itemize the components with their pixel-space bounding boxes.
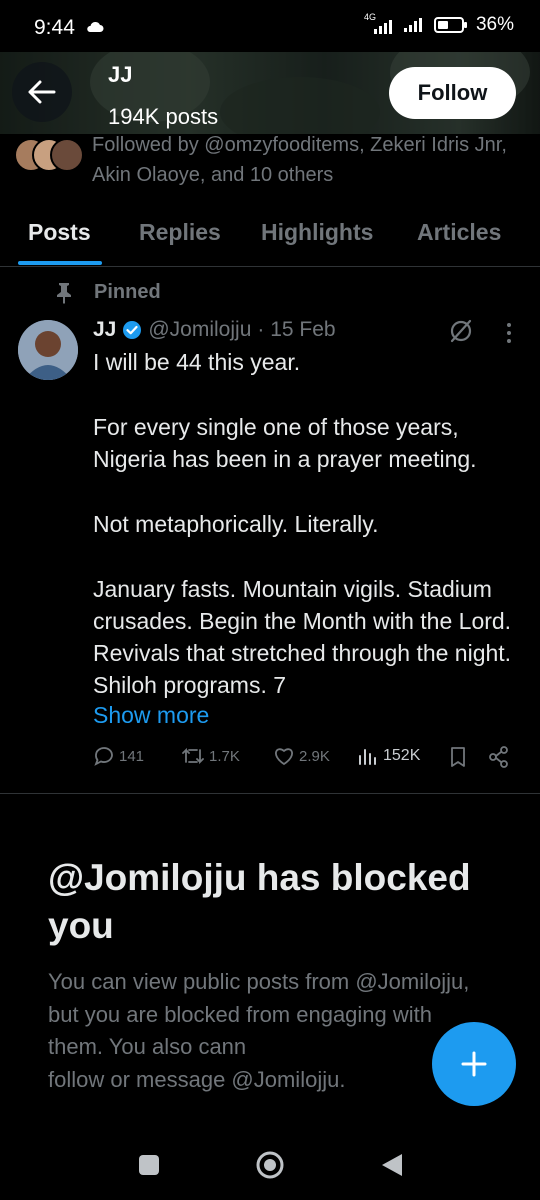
blocked-description-end: follow or message @Jomilojju. <box>48 1066 346 1092</box>
battery-percentage: 36% <box>475 14 514 35</box>
post-date: · 15 Feb <box>257 318 336 341</box>
follower-avatars <box>14 138 84 172</box>
blocked-title: @Jomilojju has blocked you <box>48 857 471 946</box>
show-more-link[interactable]: Show more <box>93 702 209 729</box>
pinned-label: Pinned <box>94 281 161 303</box>
tab-posts[interactable]: Posts <box>28 219 91 246</box>
tab-indicator <box>18 261 102 265</box>
views-button[interactable]: 152K <box>357 746 420 766</box>
post-paragraph: For every single one of those years, Nig… <box>93 414 477 472</box>
cloud-icon <box>87 21 104 32</box>
repost-count: 1.7K <box>209 747 240 765</box>
followed-by-text: Followed by @omzyfooditems, Zekeri Idris… <box>92 134 507 186</box>
header-post-count: 194K posts <box>108 104 219 129</box>
status-indicators: 4G 36% <box>364 12 514 36</box>
follow-button[interactable]: Follow <box>389 67 516 119</box>
compose-button[interactable] <box>432 1022 516 1106</box>
like-count: 2.9K <box>299 747 330 765</box>
share-icon[interactable] <box>488 746 510 768</box>
like-icon <box>275 748 293 766</box>
repost-button[interactable]: 1.7K <box>181 746 240 766</box>
post-actions: 141 1.7K 2.9K 152K <box>93 746 523 776</box>
home-icon[interactable] <box>255 1150 285 1180</box>
system-nav-bar <box>0 1130 540 1200</box>
battery-icon <box>433 17 467 33</box>
back-arrow-icon <box>28 80 56 104</box>
followed-by-row[interactable]: Followed by @omzyfooditems, Zekeri Idris… <box>0 134 540 186</box>
cell-signal-2-icon <box>403 18 422 32</box>
reply-button[interactable]: 141 <box>93 746 144 766</box>
status-bar: 9:44 4G 36% <box>0 0 540 52</box>
post-paragraph: I will be 44 this year. <box>93 349 301 375</box>
cell-signal-icon: 4G <box>364 12 394 34</box>
divider <box>0 793 540 794</box>
post-paragraph: January fasts. Mountain vigils. Stadium … <box>93 576 512 698</box>
pinned-indicator: Pinned <box>54 281 161 304</box>
status-time: 9:44 <box>34 16 75 39</box>
post-paragraph: Not metaphorically. Literally. <box>93 511 379 537</box>
post-text[interactable]: I will be 44 this year. For every single… <box>93 346 523 701</box>
blocked-description: You can view public posts from @Jomilojj… <box>48 966 488 1096</box>
recents-icon[interactable] <box>137 1153 161 1177</box>
tab-highlights[interactable]: Highlights <box>261 219 373 246</box>
view-count: 152K <box>383 747 421 764</box>
post-header: JJ @Jomilojju · 15 Feb <box>93 318 336 342</box>
reply-icon <box>94 747 113 766</box>
bookmark-icon[interactable] <box>448 746 468 768</box>
compose-plus-icon <box>461 1051 487 1077</box>
back-button[interactable] <box>12 62 72 122</box>
header-name: JJ <box>108 62 133 87</box>
verified-badge-icon <box>123 321 142 339</box>
pin-icon <box>57 282 71 304</box>
reply-count: 141 <box>119 747 145 765</box>
repost-icon <box>182 747 204 765</box>
blocked-description-text: You can view public posts from @Jomilojj… <box>48 969 470 1059</box>
grok-icon[interactable] <box>448 318 474 344</box>
more-icon[interactable] <box>496 320 522 346</box>
post-avatar[interactable] <box>18 320 78 380</box>
profile-tabs: Posts Replies Highlights Articles <box>0 205 540 267</box>
tab-articles[interactable]: Articles <box>417 219 501 246</box>
back-nav-icon[interactable] <box>380 1152 404 1178</box>
views-icon <box>359 749 376 765</box>
post-author-name[interactable]: JJ <box>93 318 116 342</box>
tab-replies[interactable]: Replies <box>139 219 221 246</box>
avatar <box>50 138 84 172</box>
post-author-handle[interactable]: @Jomilojju <box>148 318 251 342</box>
like-button[interactable]: 2.9K <box>273 746 330 766</box>
